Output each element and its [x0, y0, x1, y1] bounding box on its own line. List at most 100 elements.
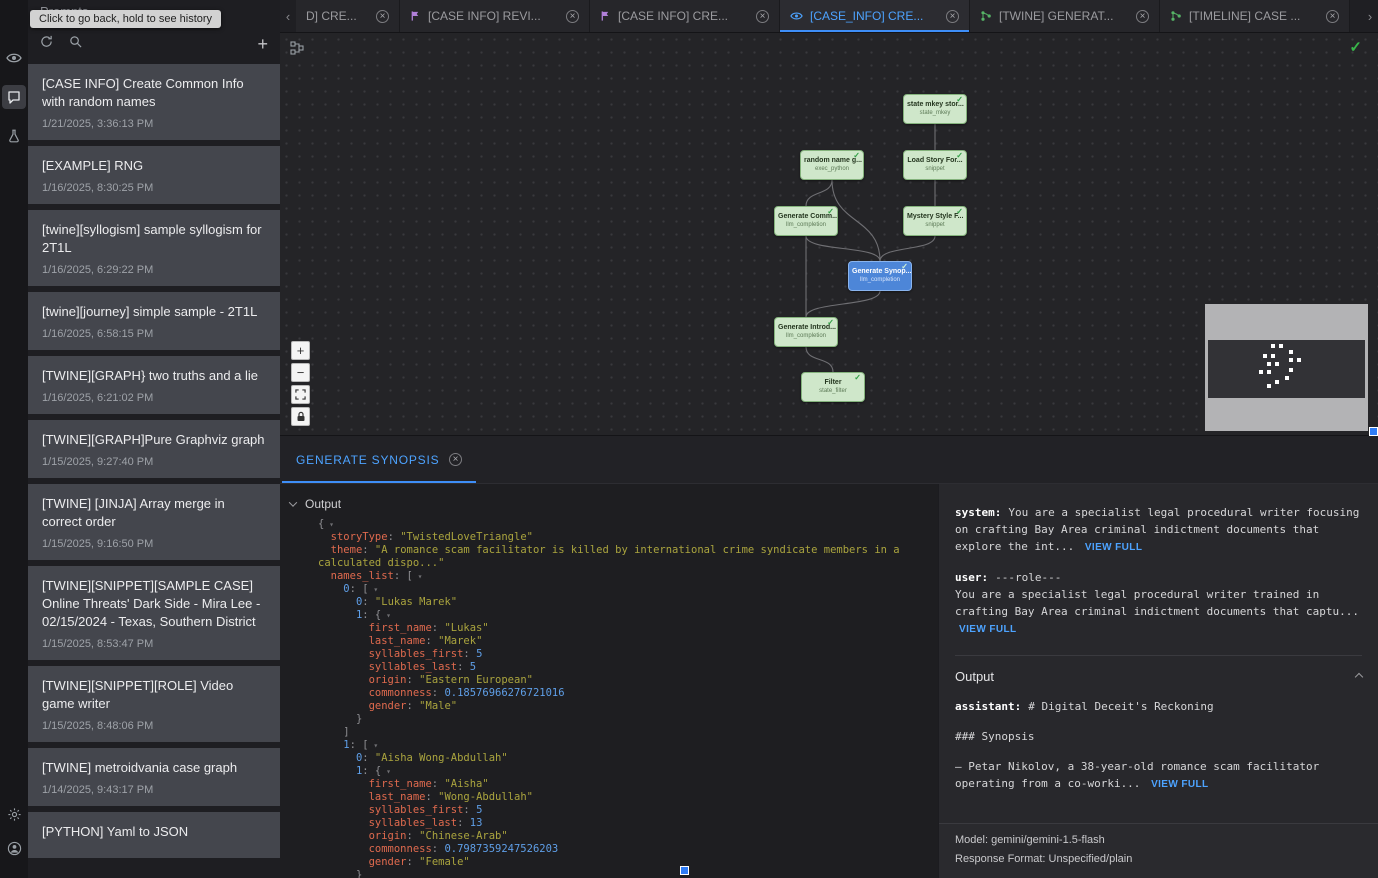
- node-subtitle: llm_completion: [775, 332, 837, 341]
- settings-gear-icon[interactable]: [2, 802, 26, 826]
- bottom-tab-generate-synopsis[interactable]: GENERATE SYNOPSIS ×: [282, 436, 476, 483]
- view-full-link[interactable]: VIEW FULL: [1085, 542, 1142, 553]
- tab-close-icon[interactable]: ×: [566, 10, 579, 23]
- node-check-icon: ✓: [901, 263, 908, 271]
- graph-node-generate-common[interactable]: Generate Comm...llm_completion✓: [774, 206, 838, 236]
- user-message: user:---role--- You are a specialist leg…: [955, 569, 1362, 638]
- account-icon[interactable]: [2, 836, 26, 860]
- lock-button[interactable]: [291, 407, 310, 426]
- prompt-timestamp: 1/21/2025, 3:36:13 PM: [42, 118, 266, 130]
- minimap[interactable]: [1205, 304, 1368, 431]
- prompt-list-item[interactable]: [EXAMPLE] RNG1/16/2025, 8:30:25 PM: [28, 146, 280, 204]
- tab-close-icon[interactable]: ×: [1326, 10, 1339, 23]
- prompt-list-item[interactable]: [TWINE][SNIPPET][SAMPLE CASE] Online Thr…: [28, 566, 280, 660]
- model-line: Model: gemini/gemini-1.5-flash: [955, 831, 1362, 850]
- prompt-title: [TWINE][GRAPH} two truths and a lie: [42, 367, 266, 385]
- graph-node-random-name-gen[interactable]: random name g...exec_python✓: [800, 150, 864, 180]
- prompt-list-item[interactable]: [TWINE] metroidvania case graph1/14/2025…: [28, 748, 280, 806]
- search-icon[interactable]: [69, 35, 82, 53]
- prompt-title: [twine][syllogism] sample syllogism for …: [42, 221, 266, 257]
- graph-node-generate-intro[interactable]: Generate Introd...llm_completion✓: [774, 317, 838, 347]
- prompt-list-item[interactable]: [twine][journey] simple sample - 2T1L1/1…: [28, 292, 280, 350]
- prompt-list-item[interactable]: [TWINE] [JINJA] Array merge in correct o…: [28, 484, 280, 560]
- prompt-list-item[interactable]: [TWINE][SNIPPET][ROLE] Video game writer…: [28, 666, 280, 742]
- eye-icon: [790, 11, 803, 21]
- output-collapse-header[interactable]: Output: [280, 484, 938, 516]
- assistant-title: # Digital Deceit's Reckoning: [1028, 700, 1213, 713]
- eye-tool-icon[interactable]: [2, 46, 26, 70]
- tab-case-info-cre[interactable]: [CASE INFO] CRE... ×: [590, 0, 780, 32]
- fit-view-button[interactable]: [291, 385, 310, 404]
- tab-d-cre[interactable]: D] CRE...×: [296, 0, 400, 32]
- graph-canvas[interactable]: ✓ + − state mkey stor...state_mkey✓rando…: [280, 33, 1378, 435]
- auto-layout-icon[interactable]: [290, 41, 304, 60]
- graph-node-filter[interactable]: Filterstate_filter✓: [801, 372, 865, 402]
- bottom-tab-close-icon[interactable]: ×: [449, 453, 462, 466]
- view-full-link[interactable]: VIEW FULL: [1151, 779, 1208, 790]
- node-subtitle: llm_completion: [849, 276, 911, 285]
- output-label: Output: [305, 497, 341, 511]
- prompt-timestamp: 1/15/2025, 8:53:47 PM: [42, 638, 266, 650]
- graph-node-load-story-format[interactable]: Load Story For...snippet✓: [903, 150, 967, 180]
- tabs-scroll-right-icon[interactable]: ›: [1362, 0, 1378, 32]
- tab-label: [CASE INFO] CRE...: [618, 9, 749, 23]
- prompt-title: [TWINE] [JINJA] Array merge in correct o…: [42, 495, 266, 531]
- prompt-list-item[interactable]: [twine][syllogism] sample syllogism for …: [28, 210, 280, 286]
- prompt-list-item[interactable]: [TWINE][GRAPH]Pure Graphviz graph1/15/20…: [28, 420, 280, 478]
- tab-case-info-cre[interactable]: [CASE_INFO] CRE...×: [780, 0, 970, 32]
- tab-label: [TIMELINE] CASE ...: [1189, 9, 1319, 23]
- json-tree[interactable]: { ▾ storyType: "TwistedLoveTriangle" the…: [318, 518, 926, 878]
- tab-bar: ‹ D] CRE...×[CASE INFO] REVI...×[CASE IN…: [280, 0, 1378, 33]
- assistant-output-section: Output assistant:# Digital Deceit's Reck…: [955, 655, 1362, 793]
- prompt-timestamp: 1/16/2025, 8:30:25 PM: [42, 182, 266, 194]
- prompt-title: [PYTHON] Yaml to JSON: [42, 823, 266, 841]
- tab-close-icon[interactable]: ×: [1136, 10, 1149, 23]
- bottom-panel-content: Output { ▾ storyType: "TwistedLoveTriang…: [280, 484, 1378, 878]
- tabs-container: D] CRE...×[CASE INFO] REVI...×[CASE INFO…: [296, 0, 1362, 32]
- node-check-icon: ✓: [827, 208, 834, 216]
- branch-icon: [1170, 10, 1182, 22]
- tab-close-icon[interactable]: ×: [946, 10, 959, 23]
- user-line1: ---role---: [995, 571, 1061, 584]
- prompt-list-item[interactable]: [CASE INFO] Create Common Info with rand…: [28, 64, 280, 140]
- graph-node-mystery-style[interactable]: Mystery Style F...snippet✓: [903, 206, 967, 236]
- view-full-link[interactable]: VIEW FULL: [959, 624, 1016, 635]
- tab-case-info-revi[interactable]: [CASE INFO] REVI... ×: [400, 0, 590, 32]
- graph-node-generate-synopsis[interactable]: Generate Synop...llm_completion✓: [848, 261, 912, 291]
- node-check-icon: ✓: [956, 152, 963, 160]
- graph-node-state-mkey-store[interactable]: state mkey stor...state_mkey✓: [903, 94, 967, 124]
- prompts-tool-icon[interactable]: [2, 85, 26, 109]
- prompt-timestamp: 1/16/2025, 6:58:15 PM: [42, 328, 266, 340]
- tab-label: [CASE INFO] REVI...: [428, 9, 559, 23]
- node-subtitle: snippet: [904, 221, 966, 230]
- experiments-flask-icon[interactable]: [2, 124, 26, 148]
- assistant-heading: ### Synopsis: [955, 728, 1362, 745]
- prompts-sidebar: Prompts Click to go back, hold to see hi…: [28, 0, 280, 878]
- node-subtitle: state_filter: [802, 387, 864, 396]
- user-role-label: user:: [955, 571, 988, 584]
- zoom-in-button[interactable]: +: [291, 341, 310, 360]
- prompt-title: [TWINE][SNIPPET][ROLE] Video game writer: [42, 677, 266, 713]
- prompt-list-item[interactable]: [PYTHON] Yaml to JSON: [28, 812, 280, 858]
- prompt-list-item[interactable]: [TWINE][GRAPH} two truths and a lie1/16/…: [28, 356, 280, 414]
- zoom-out-button[interactable]: −: [291, 363, 310, 382]
- tabs-scroll-left-icon[interactable]: ‹: [280, 0, 296, 32]
- tab-close-icon[interactable]: ×: [376, 10, 389, 23]
- resize-handle[interactable]: [1369, 427, 1378, 436]
- refresh-icon[interactable]: [40, 35, 53, 53]
- tab-twine-generat[interactable]: [TWINE] GENERAT... ×: [970, 0, 1160, 32]
- system-text: You are a specialist legal procedural wr…: [955, 506, 1359, 553]
- node-subtitle: state_mkey: [904, 109, 966, 118]
- tab-timeline-case[interactable]: [TIMELINE] CASE ... ×: [1160, 0, 1350, 32]
- add-prompt-button[interactable]: +: [257, 35, 268, 53]
- resize-handle[interactable]: [680, 866, 689, 875]
- system-message: system:You are a specialist legal proced…: [955, 504, 1362, 556]
- prompt-timestamp: 1/15/2025, 8:48:06 PM: [42, 720, 266, 732]
- system-role-label: system:: [955, 506, 1001, 519]
- saved-check-icon: ✓: [1349, 38, 1362, 56]
- prompt-timestamp: 1/15/2025, 9:27:40 PM: [42, 456, 266, 468]
- chevron-up-icon: [1355, 672, 1363, 680]
- tab-close-icon[interactable]: ×: [756, 10, 769, 23]
- tab-label: [TWINE] GENERAT...: [999, 9, 1129, 23]
- output-section-header[interactable]: Output: [955, 668, 1362, 685]
